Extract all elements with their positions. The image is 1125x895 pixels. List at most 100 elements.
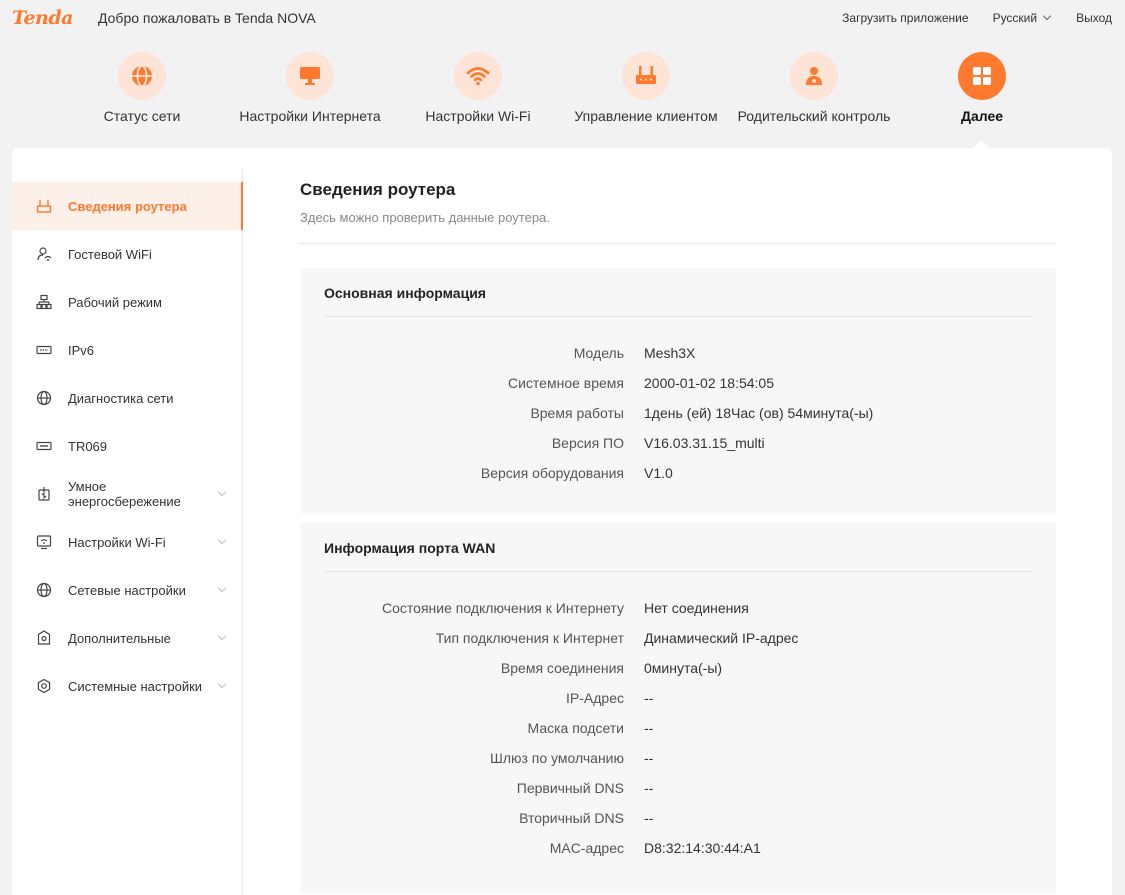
sidebar-item-router-info[interactable]: Сведения роутера bbox=[12, 182, 243, 230]
wan-info-section: Информация порта WAN Состояние подключен… bbox=[300, 523, 1056, 893]
sidebar-item-network-settings[interactable]: Сетевые настройки bbox=[12, 566, 243, 614]
chevron-down-icon bbox=[217, 631, 227, 641]
info-row-secondary-dns: Вторичный DNS -- bbox=[300, 804, 1056, 834]
page-title: Сведения роутера bbox=[300, 180, 456, 199]
language-select[interactable]: Русский bbox=[992, 11, 1052, 25]
row-value: -- bbox=[644, 810, 654, 826]
top-bar: Tenda Добро пожаловать в Tenda NOVA Загр… bbox=[0, 0, 1125, 36]
info-row-connection-time: Время соединения 0минута(-ы) bbox=[300, 654, 1056, 684]
row-label: Версия ПО bbox=[551, 435, 624, 451]
info-row-mac-address: MAC-адрес D8:32:14:30:44:A1 bbox=[300, 834, 1056, 864]
chevron-down-icon bbox=[217, 679, 227, 689]
divider bbox=[324, 316, 1032, 317]
nav-parental-control[interactable]: Родительский контроль bbox=[729, 52, 899, 124]
row-value: Динамический IP-адрес bbox=[644, 630, 799, 646]
grid-icon bbox=[958, 52, 1006, 100]
logout-link[interactable]: Выход bbox=[1076, 11, 1112, 25]
sidebar-item-advanced[interactable]: Дополнительные bbox=[12, 614, 243, 662]
section-title: Основная информация bbox=[324, 285, 486, 301]
row-label: Состояние подключения к Интернету bbox=[382, 600, 624, 616]
content-area: Сведения роутера Здесь можно проверить д… bbox=[300, 180, 1056, 893]
tenda-logo[interactable]: Tenda bbox=[12, 7, 73, 29]
row-value: V16.03.31.15_multi bbox=[644, 435, 765, 451]
language-label: Русский bbox=[992, 11, 1038, 25]
row-label: Первичный DNS bbox=[516, 780, 624, 796]
info-row-firmware: Версия ПО V16.03.31.15_multi bbox=[300, 429, 1056, 459]
nav-wifi-settings[interactable]: Настройки Wi-Fi bbox=[393, 52, 563, 124]
sidebar-item-tr069[interactable]: TR069 bbox=[12, 422, 243, 470]
sidebar-item-label: Рабочий режим bbox=[68, 294, 162, 310]
row-value: Mesh3X bbox=[644, 345, 696, 361]
chevron-down-icon bbox=[217, 583, 227, 593]
row-label: Шлюз по умолчанию bbox=[489, 750, 624, 766]
sidebar-item-label: IPv6 bbox=[68, 342, 95, 358]
chevron-down-icon bbox=[217, 535, 227, 545]
row-label: Вторичный DNS bbox=[519, 810, 624, 826]
sidebar-item-label: Гостевой WiFi bbox=[68, 246, 152, 262]
row-value: 0минута(-ы) bbox=[644, 660, 723, 676]
wifi-settings-icon bbox=[36, 534, 52, 550]
system-icon bbox=[36, 678, 52, 694]
page-subtitle: Здесь можно проверить данные роутера. bbox=[300, 210, 550, 225]
top-links: Загрузить приложение Русский Выход bbox=[842, 11, 1112, 25]
nav-label: Управление клиентом bbox=[574, 108, 718, 124]
row-label: IP-Адрес bbox=[566, 690, 624, 706]
row-value: -- bbox=[644, 720, 654, 736]
nav-network-status[interactable]: Статус сети bbox=[57, 52, 227, 124]
sidebar-item-guest-wifi[interactable]: Гостевой WiFi bbox=[12, 230, 243, 278]
divider bbox=[324, 571, 1032, 572]
advanced-icon bbox=[36, 630, 52, 646]
basic-info-section: Основная информация Модель Mesh3X Системн… bbox=[300, 268, 1056, 514]
row-label: Тип подключения к Интернет bbox=[435, 630, 624, 646]
sidebar-item-network-diagnostics[interactable]: Диагностика сети bbox=[12, 374, 243, 422]
download-app-link[interactable]: Загрузить приложение bbox=[842, 11, 968, 25]
row-label: Модель bbox=[573, 345, 624, 361]
row-label: Маска подсети bbox=[527, 720, 625, 736]
router-icon bbox=[36, 198, 52, 214]
info-row-gateway: Шлюз по умолчанию -- bbox=[300, 744, 1056, 774]
router-icon bbox=[622, 52, 670, 100]
info-row-uptime: Время работы 1день (ей) 18Час (ов) 54мину… bbox=[300, 399, 1056, 429]
info-row-system-time: Системное время 2000-01-02 18:54:05 bbox=[300, 369, 1056, 399]
sidebar-item-wifi-settings[interactable]: Настройки Wi-Fi bbox=[12, 518, 243, 566]
row-label: Системное время bbox=[507, 375, 624, 391]
sidebar-item-label: Настройки Wi-Fi bbox=[68, 534, 166, 550]
nav-label: Настройки Интернета bbox=[239, 108, 381, 124]
info-row-hardware: Версия оборудования V1.0 bbox=[300, 459, 1056, 489]
nav-label: Далее bbox=[960, 108, 1004, 124]
nav-client-management[interactable]: Управление клиентом bbox=[561, 52, 731, 124]
sidebar-item-ipv6[interactable]: IPv6 bbox=[12, 326, 243, 374]
power-save-icon bbox=[36, 486, 52, 502]
info-row-subnet-mask: Маска подсети -- bbox=[300, 714, 1056, 744]
row-value: D8:32:14:30:44:A1 bbox=[644, 840, 761, 856]
info-row-model: Модель Mesh3X bbox=[300, 339, 1056, 369]
guest-wifi-icon bbox=[36, 246, 52, 262]
sidebar-item-label: Системные настройки bbox=[68, 678, 203, 694]
info-row-primary-dns: Первичный DNS -- bbox=[300, 774, 1056, 804]
globe-icon bbox=[36, 390, 52, 406]
row-value: V1.0 bbox=[644, 465, 673, 481]
chevron-down-icon bbox=[217, 487, 227, 497]
row-value: -- bbox=[644, 690, 654, 706]
welcome-text: Добро пожаловать в Tenda NOVA bbox=[98, 10, 316, 26]
sidebar-item-label: Умное энергосбережение bbox=[68, 479, 181, 509]
sidebar-item-label: Сетевые настройки bbox=[68, 582, 186, 598]
row-value: -- bbox=[644, 780, 654, 796]
row-value: 1день (ей) 18Час (ов) 54минута(-ы) bbox=[644, 405, 874, 421]
info-row-ip-address: IP-Адрес -- bbox=[300, 684, 1056, 714]
monitor-icon bbox=[286, 52, 334, 100]
nav-label: Статус сети bbox=[103, 108, 181, 124]
sidebar-item-system-settings[interactable]: Системные настройки bbox=[12, 662, 243, 710]
row-label: Время соединения bbox=[500, 660, 624, 676]
nav-internet-settings[interactable]: Настройки Интернета bbox=[225, 52, 395, 124]
parent-icon bbox=[790, 52, 838, 100]
sidebar-item-label: Сведения роутера bbox=[68, 198, 187, 214]
nav-label: Родительский контроль bbox=[737, 108, 891, 124]
sidebar-item-label: TR069 bbox=[68, 438, 108, 454]
row-value: Нет соединения bbox=[644, 600, 749, 616]
main-panel: Сведения роутера Гостевой WiFi Рабочий р… bbox=[12, 148, 1112, 895]
divider bbox=[300, 243, 1056, 244]
sidebar-item-work-mode[interactable]: Рабочий режим bbox=[12, 278, 243, 326]
sidebar-item-power-saving[interactable]: Умное энергосбережение bbox=[12, 470, 243, 518]
nav-more[interactable]: Далее bbox=[897, 52, 1067, 124]
